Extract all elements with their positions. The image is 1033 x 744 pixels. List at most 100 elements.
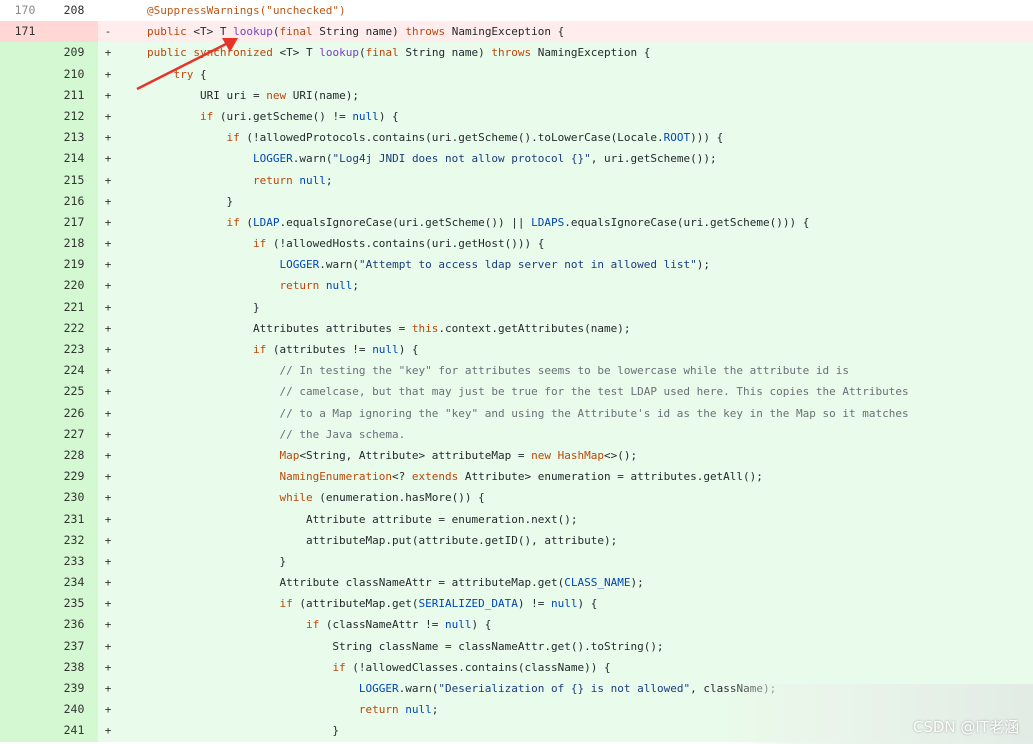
code-text: if (!allowedProtocols.contains(uri.getSc… [226,131,724,145]
old-line-number [0,42,50,64]
new-line-number: 221 [50,296,98,318]
diff-marker: + [104,427,112,441]
new-line-number: 231 [50,508,98,530]
diff-line: 236 + if (classNameAttr != null) { [0,614,1033,636]
diff-line: 225 + // camelcase, but that may just be … [0,381,1033,403]
diff-marker: + [104,131,112,145]
code-text: // In testing the "key" for attributes s… [279,364,849,378]
code-text: try { [173,67,207,81]
diff-marker: + [104,703,112,717]
diff-marker: + [104,152,112,166]
diff-marker: + [104,258,112,272]
old-line-number: 170 [14,3,36,17]
diff-line: 227 + // the Java schema. [0,423,1033,445]
diff-marker: + [104,660,112,674]
old-line-number [0,444,50,467]
new-line-number: 228 [50,444,98,467]
diff-line: 223 + if (attributes != null) { [0,339,1033,361]
old-line-number [0,148,50,170]
code-text: if (!allowedHosts.contains(uri.getHost()… [252,237,545,251]
new-line-number: 234 [50,572,98,594]
diff-marker: + [104,173,112,187]
diff-marker: + [104,279,112,293]
diff-line: 220 + return null; [0,275,1033,297]
code-text: @SuppressWarnings("unchecked") [147,4,346,17]
diff-line: 217 + if (LDAP.equalsIgnoreCase(uri.getSc… [0,211,1033,234]
diff-line: 212 + if (uri.getScheme() != null) { [0,105,1033,128]
new-line-number: 229 [50,466,98,488]
old-line-number [0,169,50,191]
old-line-number: 171 [0,21,50,43]
diff-line: 215 + return null; [0,169,1033,191]
diff-line: 218 + if (!allowedHosts.contains(uri.getH… [0,233,1033,255]
new-line-number: 208 [63,3,85,17]
diff-marker: + [104,194,112,208]
old-line-number [0,317,50,339]
diff-marker: - [104,25,112,39]
diff-marker: + [104,491,112,505]
code-text: attributeMap.put(attribute.getID(), attr… [147,533,618,547]
code-text: Attributes attributes = this.context.get… [147,321,631,335]
code-text: return null; [279,279,359,293]
diff-marker: + [104,67,112,81]
old-line-number [0,233,50,255]
diff-line: 170 208 @SuppressWarnings("unchecked") [0,0,1033,22]
diff-line: 230 + while (enumeration.hasMore()) { [0,487,1033,509]
diff-line: 233 + } [0,550,1033,573]
diff-marker: + [104,109,112,123]
old-line-number [0,127,50,149]
code-text: } [147,554,287,568]
old-line-number [0,296,50,318]
new-line-number: 222 [50,317,98,339]
old-line-number [0,529,50,551]
new-line-number: 236 [50,614,98,636]
old-line-number [0,339,50,361]
code-text: } [147,194,234,208]
new-line-number: 233 [50,550,98,573]
old-line-number [0,678,50,700]
new-line-number: 210 [50,63,98,85]
new-line-number: 227 [50,423,98,445]
old-line-number [0,63,50,85]
diff-line: 232 + attributeMap.put(attribute.getID(),… [0,529,1033,551]
new-line-number: 225 [50,381,98,403]
old-line-number [0,360,50,382]
new-line-number: 237 [50,635,98,657]
new-line-number [50,21,98,43]
diff-line: 171 - public <T> T lookup(final String nam… [0,21,1033,43]
diff-marker: + [104,364,112,378]
old-line-number [0,381,50,403]
code-text: public <T> T lookup(final String name) t… [147,25,565,39]
old-line-number [0,699,50,721]
diff-marker: + [104,682,112,695]
new-line-number: 215 [50,169,98,191]
diff-line: 222 + Attributes attributes = this.contex… [0,317,1033,339]
diff-marker: + [104,470,112,484]
diff-marker [98,0,118,21]
new-line-number: 224 [50,360,98,382]
new-line-number: 241 [50,720,98,742]
code-text: Map<String, Attribute> attributeMap = ne… [279,448,638,462]
diff-marker: + [104,724,112,738]
diff-marker: + [104,385,112,399]
new-line-number: 226 [50,402,98,424]
code-text: if (attributes != null) { [252,343,419,356]
old-line-number [0,550,50,573]
old-line-number [0,190,50,212]
old-line-number [0,402,50,424]
new-line-number: 238 [50,656,98,678]
diff-marker: + [104,576,112,590]
diff-marker: + [104,618,112,632]
diff-line: 213 + if (!allowedProtocols.contains(uri.… [0,127,1033,149]
new-line-number: 209 [50,42,98,64]
diff-marker: + [104,343,112,356]
code-text: // camelcase, but that may just be true … [279,385,909,399]
diff-marker: + [104,88,112,102]
diff-marker: + [104,215,112,229]
diff-line: 221 + } [0,296,1033,318]
code-text: if (classNameAttr != null) { [305,618,492,632]
code-text: LOGGER.warn("Log4j JNDI does not allow p… [252,152,717,166]
code-text: if (attributeMap.get(SERIALIZED_DATA) !=… [279,597,598,611]
new-line-number: 213 [50,127,98,149]
old-line-number [0,105,50,128]
